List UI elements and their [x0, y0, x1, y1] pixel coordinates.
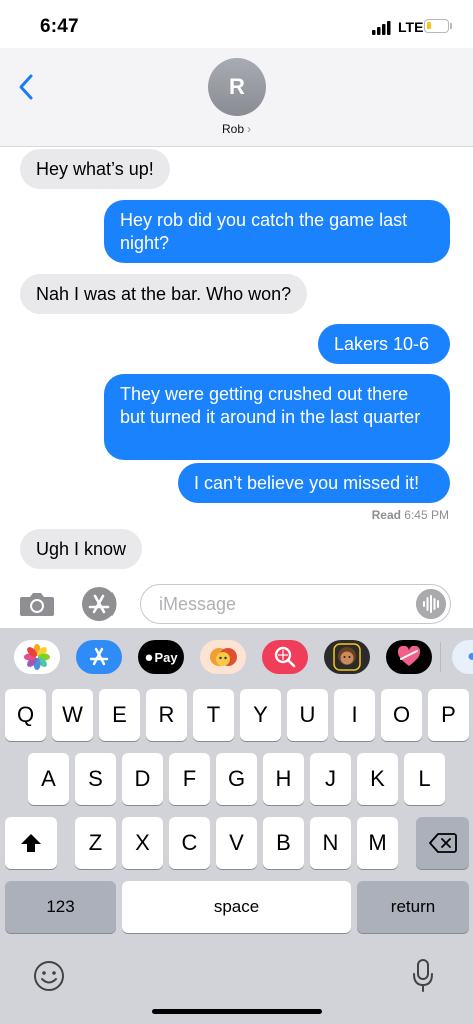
battery-icon: [424, 19, 449, 33]
key-w[interactable]: W: [52, 689, 93, 741]
dictation-microphone-icon[interactable]: [410, 958, 436, 994]
sticker-faces-icon: [210, 648, 237, 666]
key-a[interactable]: A: [28, 753, 69, 805]
cellular-signal-icon: [372, 21, 391, 35]
digital-touch-icon[interactable]: [386, 640, 432, 674]
read-time: 6:45 PM: [404, 508, 449, 522]
audio-waveform-icon[interactable]: [416, 589, 446, 619]
key-p[interactable]: P: [428, 689, 469, 741]
read-label: Read: [371, 508, 401, 522]
key-u[interactable]: U: [287, 689, 328, 741]
imessage-field[interactable]: [140, 584, 451, 624]
status-bar: 6:47 LTE: [0, 0, 473, 48]
space-key[interactable]: space: [122, 881, 351, 933]
key-i[interactable]: I: [334, 689, 375, 741]
network-type: LTE: [398, 19, 424, 35]
key-h[interactable]: H: [263, 753, 304, 805]
apple-pay-icon[interactable]: ● Pay: [138, 640, 184, 674]
key-f[interactable]: F: [169, 753, 210, 805]
delete-backward-icon: [428, 833, 457, 853]
key-m[interactable]: M: [357, 817, 398, 869]
key-v[interactable]: V: [216, 817, 257, 869]
chevron-right-icon: ›: [247, 122, 251, 136]
message-bubble-incoming[interactable]: Ugh I know: [20, 529, 143, 569]
message-bubble-outgoing[interactable]: They were getting crushed out there but …: [104, 374, 450, 460]
magnifier-globe-icon: [274, 646, 296, 668]
memoji-icon[interactable]: [324, 640, 370, 674]
key-s[interactable]: S: [75, 753, 116, 805]
message-bubble-incoming[interactable]: Nah I was at the bar. Who won?: [20, 274, 308, 314]
key-n[interactable]: N: [310, 817, 351, 869]
message-bubble-outgoing[interactable]: I can’t believe you missed it!: [178, 463, 450, 503]
message-bubble-incoming[interactable]: Hey what’s up!: [20, 149, 170, 189]
key-o[interactable]: O: [381, 689, 422, 741]
contact-name-button[interactable]: Rob ›: [0, 122, 473, 136]
app-strip-divider: [440, 642, 441, 672]
camera-icon[interactable]: [19, 590, 55, 618]
imessage-app-strip: ● Pay ●: [0, 628, 473, 686]
photos-flower-icon: [24, 644, 50, 670]
key-c[interactable]: C: [169, 817, 210, 869]
message-bubble-outgoing[interactable]: Lakers 10-6: [318, 324, 450, 364]
keyboard: ● Pay ● Q W E R T Y U I O P A S D F G H …: [0, 628, 473, 1024]
shift-arrow-icon: [21, 834, 41, 852]
backspace-key[interactable]: [416, 817, 469, 869]
memoji-stickers-icon[interactable]: [200, 640, 246, 674]
numbers-key[interactable]: 123: [5, 881, 116, 933]
apple-pay-label: Pay: [154, 649, 178, 665]
app-store-glyph-icon: [89, 647, 109, 666]
contact-avatar[interactable]: R: [208, 58, 266, 116]
photos-app-icon[interactable]: [14, 640, 60, 674]
shift-key[interactable]: [5, 817, 57, 869]
heart-touch-icon: [397, 646, 421, 666]
contact-name: Rob: [221, 122, 244, 136]
key-x[interactable]: X: [122, 817, 163, 869]
back-chevron-icon[interactable]: [16, 72, 40, 102]
battery-tip: [450, 23, 452, 29]
message-input[interactable]: [157, 585, 411, 623]
read-receipt: Read 6:45 PM: [372, 508, 449, 522]
message-composer: [0, 580, 473, 628]
key-t[interactable]: T: [193, 689, 234, 741]
key-j[interactable]: J: [310, 753, 351, 805]
emoji-icon[interactable]: [33, 960, 65, 992]
key-e[interactable]: E: [99, 689, 140, 741]
key-g[interactable]: G: [216, 753, 257, 805]
app-store-icon[interactable]: [76, 640, 122, 674]
app-store-button-icon[interactable]: [80, 585, 120, 623]
conversation-header: R Rob ›: [0, 48, 473, 147]
key-l[interactable]: L: [404, 753, 445, 805]
status-time: 6:47: [40, 16, 79, 37]
key-y[interactable]: Y: [240, 689, 281, 741]
partial-app-glyph: ●: [467, 648, 473, 665]
key-b[interactable]: B: [263, 817, 304, 869]
home-indicator: [152, 1009, 322, 1014]
key-k[interactable]: K: [357, 753, 398, 805]
message-bubble-outgoing[interactable]: Hey rob did you catch the game last nigh…: [104, 200, 450, 263]
key-r[interactable]: R: [146, 689, 187, 741]
more-apps-icon[interactable]: ●: [452, 640, 473, 674]
key-d[interactable]: D: [122, 753, 163, 805]
apple-logo-icon: ●: [144, 648, 154, 666]
return-key[interactable]: return: [357, 881, 469, 933]
image-search-icon[interactable]: [262, 640, 308, 674]
memoji-face-icon: [333, 643, 361, 671]
key-q[interactable]: Q: [5, 689, 46, 741]
key-z[interactable]: Z: [75, 817, 116, 869]
